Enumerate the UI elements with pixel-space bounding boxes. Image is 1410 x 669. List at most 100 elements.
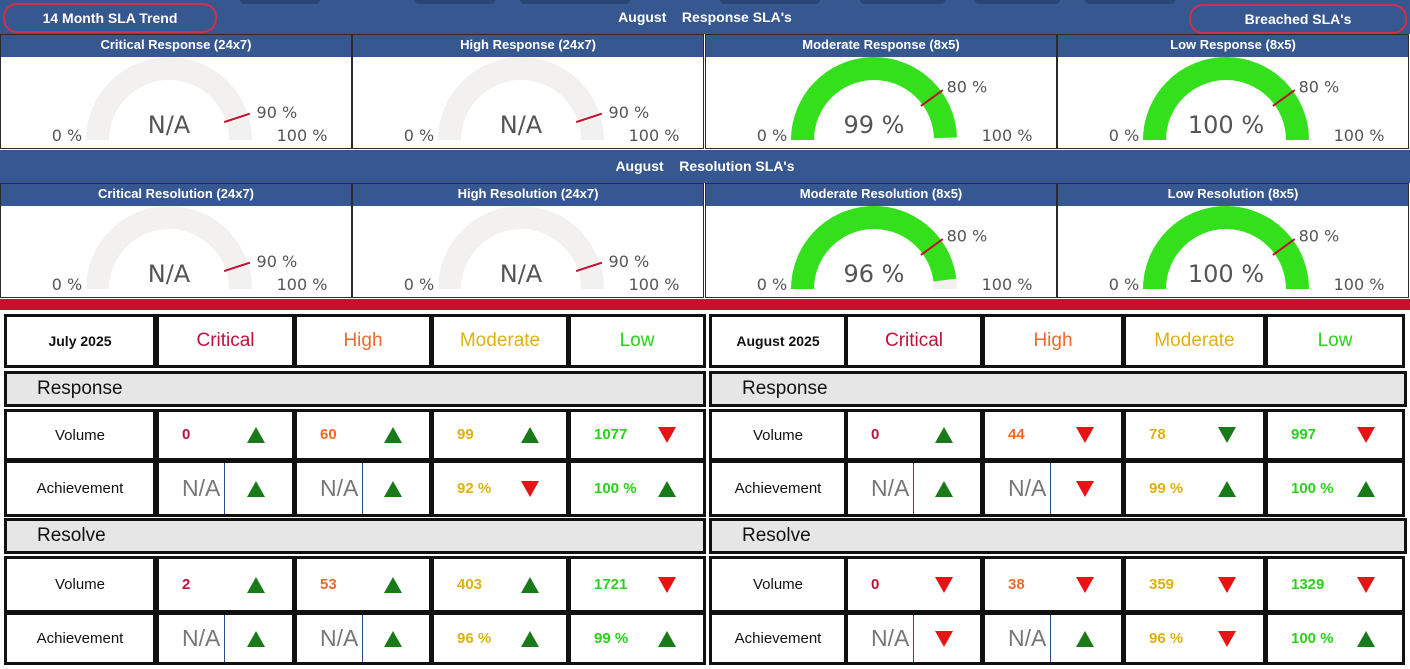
metric-value: 99 % xyxy=(594,629,629,647)
trend-down-icon xyxy=(1357,576,1375,593)
resolve-achievement-label: Achievement xyxy=(4,612,156,665)
resolve-achievement-cell[interactable] xyxy=(568,612,706,665)
gauge-title: Critical Response (24x7) xyxy=(1,35,351,57)
trend-up-icon xyxy=(521,427,539,443)
resolve-achievement-cell[interactable] xyxy=(294,612,432,665)
response-achievement-cell[interactable] xyxy=(845,460,983,517)
response-volume-cell[interactable] xyxy=(1123,409,1266,461)
response-achievement-cell[interactable] xyxy=(294,460,432,517)
resolve-volume-cell[interactable] xyxy=(431,556,569,613)
resolve-achievement-cell[interactable] xyxy=(156,612,295,665)
gauge-value-label: N/A xyxy=(148,260,191,288)
trend-down-icon xyxy=(1218,427,1236,443)
resolve-volume-cell[interactable] xyxy=(845,556,983,613)
resolve-volume-cell[interactable] xyxy=(982,556,1124,613)
gauge-target-label: 90 % xyxy=(257,103,298,122)
resolve-volume-cell[interactable] xyxy=(156,556,295,613)
response-volume-cell[interactable] xyxy=(431,409,569,461)
gauge-panel[interactable]: High Response (24x7) N/A 0 % 100 % 90 % xyxy=(352,34,704,149)
month-label: July 2025 xyxy=(4,314,156,368)
metric-value: 60 xyxy=(320,426,337,443)
gauge-target-label: 90 % xyxy=(609,103,650,122)
response-volume-cell[interactable] xyxy=(845,409,983,461)
response-volume-cell[interactable] xyxy=(1265,409,1405,461)
response-volume-cell[interactable] xyxy=(156,409,295,461)
cell-divider xyxy=(224,615,225,662)
response-achievement-cell[interactable] xyxy=(1265,460,1405,517)
gauge-panel[interactable]: Moderate Resolution (8x5) 96 % 0 % 100 % 80 … xyxy=(705,183,1057,298)
breached-sla-button[interactable]: Breached SLA's xyxy=(1189,4,1407,34)
trend-down-icon xyxy=(1218,630,1236,647)
gauge-value-label: 100 % xyxy=(1188,111,1264,139)
gauge-panel[interactable]: Critical Resolution (24x7) N/A 0 % 100 % 90 … xyxy=(0,183,352,298)
trend-up-icon xyxy=(247,427,265,443)
response-achievement-cell[interactable] xyxy=(982,460,1124,517)
resolve-volume-cell[interactable] xyxy=(1265,556,1405,613)
response-achievement-cell[interactable] xyxy=(1123,460,1266,517)
response-achievement-label: Achievement xyxy=(709,460,847,517)
trend-up-icon xyxy=(1076,630,1094,647)
trend-down-icon xyxy=(935,576,953,593)
gauge-min-label: 0 % xyxy=(1109,275,1139,294)
metric-value: N/A xyxy=(320,624,359,651)
gauge-value-label: 96 % xyxy=(844,260,905,288)
metric-value: 403 xyxy=(457,575,483,593)
resolve-achievement-cell[interactable] xyxy=(1265,612,1405,665)
metric-value: 0 xyxy=(871,426,880,443)
resolve-achievement-cell[interactable] xyxy=(845,612,983,665)
resolve-volume-cell[interactable] xyxy=(1123,556,1266,613)
metric-value: 100 % xyxy=(1291,629,1334,647)
resolution-sla-title: August Resolution SLA's xyxy=(615,158,795,174)
trend-up-icon xyxy=(521,576,539,593)
gauge-chart: N/A 0 % 100 % 90 % xyxy=(52,206,327,294)
metric-value: N/A xyxy=(320,474,359,501)
metric-value: 0 xyxy=(871,575,880,593)
priority-header-low: Low xyxy=(1265,314,1405,368)
metric-value: 96 % xyxy=(1149,629,1184,647)
cell-divider xyxy=(913,463,914,514)
response-volume-cell[interactable] xyxy=(982,409,1124,461)
trend-up-icon xyxy=(384,427,402,443)
gauge-max-label: 100 % xyxy=(982,275,1033,294)
gauge-min-label: 0 % xyxy=(757,126,787,145)
gauge-panel[interactable]: Critical Response (24x7) N/A 0 % 100 % 90 % xyxy=(0,34,352,149)
gauge-chart: N/A 0 % 100 % 90 % xyxy=(404,57,679,145)
cell-divider xyxy=(913,615,914,662)
response-achievement-cell[interactable] xyxy=(156,460,295,517)
response-achievement-label: Achievement xyxy=(4,460,156,517)
resolution-title-bar: August Resolution SLA's xyxy=(0,150,1410,183)
month-label: August 2025 xyxy=(709,314,847,368)
tab-stub xyxy=(720,0,820,4)
metric-value: 1329 xyxy=(1291,575,1325,593)
gauge-chart: 100 % 0 % 100 % 80 % xyxy=(1109,57,1385,145)
resolve-section-header: Resolve xyxy=(4,518,706,554)
sla-trend-button[interactable]: 14 Month SLA Trend xyxy=(3,3,217,33)
priority-header-critical: Critical xyxy=(156,314,295,368)
gauge-title: Low Response (8x5) xyxy=(1058,35,1408,57)
metric-value: N/A xyxy=(1008,624,1047,651)
cell-divider xyxy=(362,463,363,514)
trend-up-icon xyxy=(247,630,265,647)
resolve-achievement-cell[interactable] xyxy=(431,612,569,665)
tab-stub xyxy=(240,0,320,4)
priority-header-high: High xyxy=(294,314,432,368)
resolve-volume-cell[interactable] xyxy=(568,556,706,613)
resolve-achievement-label: Achievement xyxy=(709,612,847,665)
gauge-panel[interactable]: Low Response (8x5) 100 % 0 % 100 % 80 % xyxy=(1057,34,1409,149)
response-volume-cell[interactable] xyxy=(568,409,706,461)
trend-down-icon xyxy=(1218,576,1236,593)
gauge-max-label: 100 % xyxy=(1334,126,1385,145)
priority-header-moderate: Moderate xyxy=(1123,314,1266,368)
gauge-panel[interactable]: Moderate Response (8x5) 99 % 0 % 100 % 80 % xyxy=(705,34,1057,149)
gauge-panel[interactable]: High Resolution (24x7) N/A 0 % 100 % 90 % xyxy=(352,183,704,298)
resolve-achievement-cell[interactable] xyxy=(982,612,1124,665)
response-achievement-cell[interactable] xyxy=(431,460,569,517)
resolve-volume-cell[interactable] xyxy=(294,556,432,613)
trend-up-icon xyxy=(1357,630,1375,647)
metric-value: 2 xyxy=(182,575,191,593)
response-volume-cell[interactable] xyxy=(294,409,432,461)
cell-divider xyxy=(362,615,363,662)
resolve-achievement-cell[interactable] xyxy=(1123,612,1266,665)
response-achievement-cell[interactable] xyxy=(568,460,706,517)
gauge-panel[interactable]: Low Resolution (8x5) 100 % 0 % 100 % 80 % xyxy=(1057,183,1409,298)
